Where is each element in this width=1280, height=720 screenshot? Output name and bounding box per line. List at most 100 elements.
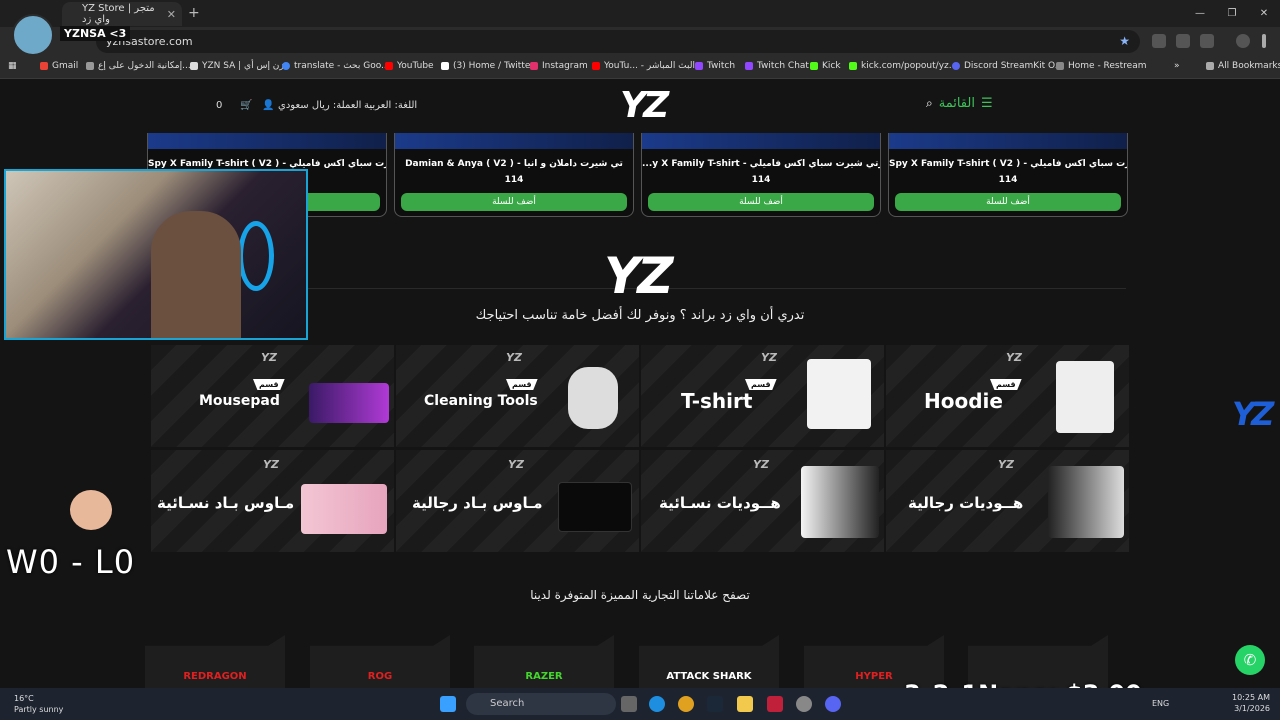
system-clock[interactable]: 10:25 AM 3/1/2026 (1232, 692, 1270, 714)
add-to-cart-button[interactable]: أضف للسلة (401, 193, 627, 211)
category-tile-men-hoodies[interactable]: YZ هــوديات رجالية (886, 450, 1129, 552)
bookmark-twitch[interactable]: Twitch (695, 61, 735, 71)
category-label: مـاوس بـاد رجالية (412, 494, 543, 512)
led-ring (238, 221, 274, 291)
bookmark-youtube-live[interactable]: YouTu... - البث المباشر (592, 61, 695, 71)
discord-icon[interactable] (825, 696, 841, 712)
category-badge: قسم (253, 379, 285, 390)
language-selector[interactable]: اللغة: العربية (364, 100, 417, 111)
menu-kebab-icon[interactable] (1262, 34, 1266, 48)
bookmark-yznsa[interactable]: YZN SA | يزن إس أي (190, 61, 287, 71)
bookmark-kick[interactable]: Kick (810, 61, 841, 71)
win-loss-score: W0 - L0 (6, 543, 136, 581)
menu-button[interactable]: ⌕ القائمة ☰ (926, 96, 993, 111)
browser-tab[interactable]: YZ Store | متجر واي زد ✕ (62, 2, 182, 26)
currency-selector[interactable]: العملة: ريال سعودي (278, 100, 361, 111)
category-label: T-shirt (681, 389, 753, 413)
close-tab-icon[interactable]: ✕ (167, 8, 176, 21)
cart-icon[interactable]: 🛒 (240, 100, 252, 111)
category-tile-men-mousepads[interactable]: YZ مـاوس بـاد رجالية (396, 450, 639, 552)
category-tile-mousepad[interactable]: YZ قسم Mousepad (151, 345, 394, 447)
maximize-icon[interactable]: ❐ (1216, 0, 1248, 27)
taskbar: 16°C Partly sunny Search ENG 10:25 AM 3/… (0, 688, 1280, 720)
category-tile-cleaning-tools[interactable]: YZ قسم Cleaning Tools (396, 345, 639, 447)
category-label: هــوديات نسـائية (659, 494, 781, 512)
add-to-cart-button[interactable]: أضف للسلة (895, 193, 1121, 211)
folder-icon (1206, 62, 1214, 70)
category-tile-hoodie[interactable]: YZ قسم Hoodie (886, 345, 1129, 447)
category-label: مـاوس بـاد نسـائية (157, 494, 295, 512)
product-image-strip (889, 133, 1127, 149)
bookmark-youtube[interactable]: YouTube (385, 61, 434, 71)
brand-tile-redragon[interactable]: REDRAGON (145, 635, 285, 688)
yz-mini-logo: YZ (263, 458, 279, 471)
url-field[interactable]: yznsastore.com ★ (96, 30, 1140, 53)
task-view-icon[interactable] (621, 696, 637, 712)
start-icon[interactable] (440, 696, 456, 712)
add-to-cart-button[interactable]: أضف للسلة (648, 193, 874, 211)
extension-icon[interactable] (1152, 34, 1166, 48)
extension-icon[interactable] (1176, 34, 1190, 48)
close-window-icon[interactable]: ✕ (1248, 0, 1280, 27)
mousepad-image (558, 482, 632, 532)
brand-tile-rog[interactable]: ROG (310, 635, 450, 688)
bookmark-accessibility[interactable]: إمكانية الدخول على إع... (86, 61, 191, 71)
all-bookmarks[interactable]: All Bookmarks (1206, 61, 1280, 71)
bookmark-gmail[interactable]: Gmail (40, 61, 78, 71)
steam-icon[interactable] (707, 696, 723, 712)
page-icon (1056, 62, 1064, 70)
search-icon[interactable]: ⌕ (926, 96, 933, 111)
profile-icon[interactable] (1236, 34, 1250, 48)
product-name: Spy X Family T-shirt ( V2 ) - تي شيرت سب… (148, 159, 386, 169)
tab-title: YZ Store | متجر واي زد (82, 3, 155, 25)
category-tile-women-mousepads[interactable]: YZ مـاوس بـاد نسـائية (151, 450, 394, 552)
bookmark-kick-popout[interactable]: kick.com/popout/yz... (849, 61, 957, 71)
mousepad-image (301, 484, 387, 534)
product-card[interactable]: ...y X Family T-shirt - تي شيرتي شيرت سب… (641, 133, 881, 217)
app-icon[interactable] (767, 696, 783, 712)
whatsapp-icon[interactable]: ✆ (1235, 645, 1265, 675)
bookmark-twitter[interactable]: (3) Home / Twitter (441, 61, 534, 71)
yz-mini-logo: YZ (508, 458, 524, 471)
mousepad-image (309, 383, 389, 423)
streamer-figure (151, 211, 241, 338)
weather-widget[interactable]: 16°C Partly sunny (14, 693, 63, 715)
product-card[interactable]: Spy X Family T-shirt ( V2 ) - تي شيرت سب… (888, 133, 1128, 217)
yz-logo[interactable]: YZ (620, 85, 669, 126)
category-label: هــوديات رجالية (908, 494, 1024, 512)
brand-name: REDRAGON (183, 671, 247, 682)
taskbar-search[interactable]: Search (466, 693, 616, 715)
brand-tile-attack-shark[interactable]: ATTACK SHARK (639, 635, 779, 688)
language-indicator[interactable]: ENG (1152, 699, 1169, 708)
product-card[interactable]: Damian & Anya ( V2 ) - تي شيرت داملان و … (394, 133, 634, 217)
apps-grid-icon[interactable]: ▦ (8, 61, 17, 71)
file-explorer-icon[interactable] (737, 696, 753, 712)
yz-mini-logo: YZ (998, 458, 1014, 471)
bookmark-twitch-chat[interactable]: Twitch Chat (745, 61, 809, 71)
chrome-icon[interactable] (678, 696, 694, 712)
more-bookmarks-icon[interactable]: » (1174, 61, 1180, 71)
category-tile-women-hoodies[interactable]: YZ هــوديات نسـائية (641, 450, 884, 552)
brand-tile-razer[interactable]: RAZER (474, 635, 614, 688)
edge-icon[interactable] (649, 696, 665, 712)
bookmark-translate[interactable]: translate - بحث Goo... (282, 61, 390, 71)
new-tab-icon[interactable]: + (188, 5, 200, 21)
product-name: ...y X Family T-shirt - تي شيرتي شيرت سب… (642, 159, 880, 169)
page-icon (86, 62, 94, 70)
gmail-icon (40, 62, 48, 70)
extensions-puzzle-icon[interactable] (1200, 34, 1214, 48)
x-icon (441, 62, 449, 70)
product-name: Spy X Family T-shirt ( V2 ) - تي شيرت سب… (889, 159, 1127, 169)
bookmark-instagram[interactable]: Instagram (530, 61, 588, 71)
yz-mini-logo: YZ (1006, 351, 1022, 364)
brands-heading: تصفح علاماتنا التجارية المميزة المتوفرة … (530, 588, 750, 602)
bookmark-restream[interactable]: Home - Restream (1056, 61, 1146, 71)
minimize-icon[interactable]: — (1184, 0, 1216, 27)
product-image-strip (395, 133, 633, 149)
user-icon[interactable]: 👤 (262, 100, 274, 111)
bookmark-discord-streamkit[interactable]: Discord StreamKit O... (952, 61, 1063, 71)
bookmark-star-icon[interactable]: ★ (1119, 30, 1130, 53)
menu-label: القائمة (938, 96, 975, 111)
category-tile-tshirt[interactable]: YZ قسم T-shirt (641, 345, 884, 447)
obs-icon[interactable] (796, 696, 812, 712)
